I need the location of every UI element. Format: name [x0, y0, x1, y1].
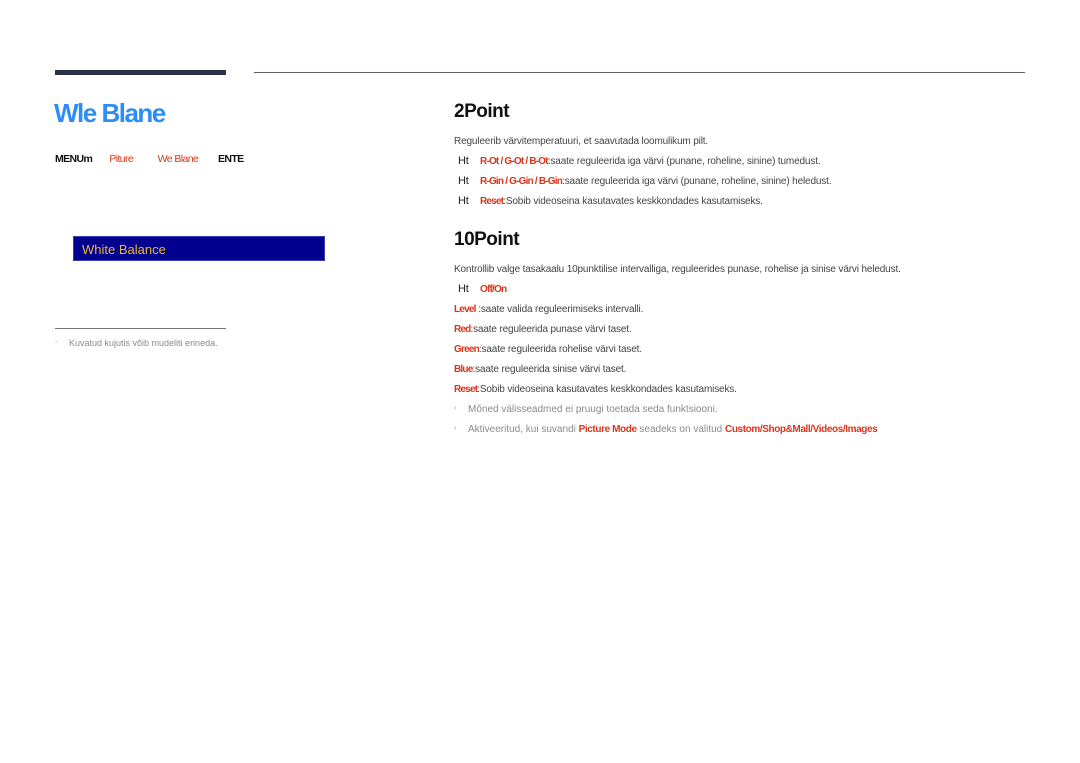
option-key: R-Gin / G-Gin / B-Gin: [480, 176, 563, 187]
option-text: :saate reguleerida iga värvi (punane, ro…: [547, 156, 821, 167]
note: › Mõned välisseadmed ei pruugi toetada se…: [454, 404, 718, 415]
footnote-divider: [55, 328, 226, 329]
intro-2point: Reguleerib värvitemperatuuri, et saavuta…: [454, 136, 709, 147]
osd-menu-item-white-balance: White Balance: [73, 236, 325, 261]
marker-row: Ht Off/On: [458, 283, 507, 295]
intro-10point: Kontrollib valge tasakaalu 10punktilise …: [454, 264, 901, 275]
breadcrumb-enter: ENTE: [217, 153, 244, 165]
marker-icon: Ht: [458, 195, 469, 207]
option-key: Reset: [454, 384, 478, 395]
header-rule-thick: [55, 70, 226, 75]
option-text: :saate reguleerida punase värvi taset.: [470, 324, 632, 335]
list-item: Green:saate reguleerida rohelise värvi t…: [454, 344, 642, 355]
option-text: :saate reguleerida iga värvi (punane, ro…: [562, 176, 832, 187]
option-text: :saate valida reguleerimiseks intervalli…: [475, 304, 644, 315]
marker-icon: Ht: [458, 175, 469, 187]
breadcrumb-menu: MENUm: [55, 153, 93, 165]
option-text: :saate reguleerida rohelise värvi taset.: [478, 344, 642, 355]
option-key: Level: [454, 304, 476, 315]
option-key: Red: [454, 324, 471, 335]
note-text: Mõned välisseadmed ei pruugi toetada sed…: [468, 404, 718, 415]
list-item: Ht R-Ot / G-Ot / B-Ot:saate reguleerida i…: [458, 155, 821, 167]
bullet-icon: ›: [454, 425, 457, 432]
marker-icon: Ht: [458, 283, 469, 295]
option-key: R-Ot / G-Ot / B-Ot: [480, 156, 549, 167]
option-key: Off/On: [480, 284, 507, 295]
osd-label: White Balance: [82, 242, 166, 257]
note-text: Aktiveeritud, kui suvandi: [468, 424, 579, 435]
option-text: :saate reguleerida sinise värvi taset.: [472, 364, 627, 375]
mode-values-key: Custom/Shop&Mall/Videos/Images: [725, 424, 878, 435]
list-item: Ht R-Gin / G-Gin / B-Gin:saate reguleerid…: [458, 175, 832, 187]
list-item: Ht Reset:Sobib videoseina kasutavates kes…: [458, 195, 763, 207]
list-item: Red:saate reguleerida punase värvi taset…: [454, 324, 632, 335]
breadcrumb-white-balance: We Blane: [157, 153, 199, 165]
footnote: - Kuvatud kujutis võib mudeliti erineda.: [55, 338, 218, 348]
breadcrumb-picture: Piture: [109, 153, 134, 165]
option-text: :Sobib videoseina kasutavates keskkondad…: [503, 196, 763, 207]
list-item: Blue:saate reguleerida sinise värvi tase…: [454, 364, 626, 375]
picture-mode-key: Picture Mode: [578, 424, 637, 435]
list-item: Level :saate valida reguleerimiseks inte…: [454, 304, 643, 315]
option-key: Blue: [454, 364, 473, 375]
bullet-icon: -: [55, 339, 58, 346]
bullet-icon: ›: [454, 405, 457, 412]
marker-icon: Ht: [458, 155, 469, 167]
option-text: :Sobib videoseina kasutavates keskkondad…: [477, 384, 737, 395]
list-item: Reset:Sobib videoseina kasutavates keskk…: [454, 384, 737, 395]
heading-10point: 10Point: [454, 229, 520, 250]
heading-2point: 2Point: [454, 101, 510, 122]
option-key: Reset: [480, 196, 504, 207]
breadcrumb: MENUm Piture We Blane ENTE: [55, 153, 244, 165]
footnote-text: Kuvatud kujutis võib mudeliti erineda.: [69, 338, 218, 348]
note: › Aktiveeritud, kui suvandi Picture Mode …: [454, 424, 878, 435]
header-rule-thin: [254, 72, 1025, 73]
option-key: Green: [454, 344, 480, 355]
note-text-middle: seadeks on valitud: [636, 424, 726, 435]
page-title: Wle Blane: [54, 98, 166, 128]
